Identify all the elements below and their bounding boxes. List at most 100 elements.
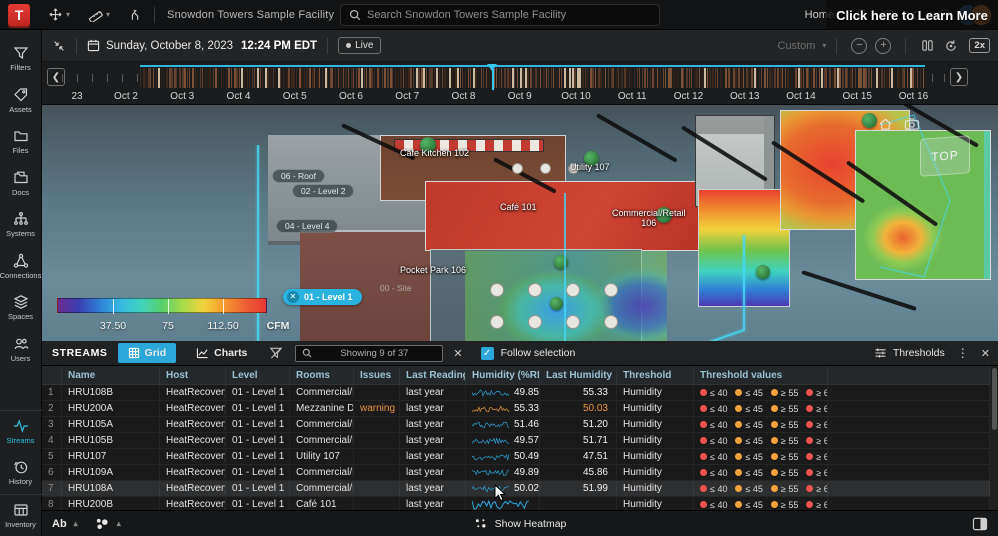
timeline-next-button[interactable]: ❯	[950, 68, 968, 86]
sidebar-item-inventory[interactable]: Inventory	[0, 495, 42, 536]
sidebar-item-spaces[interactable]: Spaces	[0, 287, 42, 329]
cell-name[interactable]: HRU108B	[62, 385, 160, 400]
cell-name[interactable]: HRU107	[62, 449, 160, 464]
timeline-density-strip[interactable]	[140, 65, 925, 89]
current-date[interactable]: Sunday, October 8, 2023	[106, 40, 233, 52]
sidebar-item-files[interactable]: Files	[0, 121, 42, 163]
cell-humidity-sparkline[interactable]: 55.33	[466, 401, 540, 416]
table-scrollbar[interactable]	[990, 366, 998, 510]
route-tool[interactable]	[128, 7, 142, 22]
follow-selection-checkbox[interactable]: ✓	[481, 347, 494, 360]
table-row[interactable]: 5HRU107HeatRecovery...01 - Level 1Utilit…	[42, 449, 990, 465]
live-badge[interactable]: Live	[338, 37, 381, 54]
room-label-cafe-kitchen[interactable]: Cafe Kitchen 102	[400, 148, 469, 158]
tab-charts[interactable]: Charts	[186, 343, 257, 363]
home-view-icon[interactable]	[878, 117, 893, 131]
cell-name[interactable]: HRU109A	[62, 465, 160, 480]
cell-humidity-sparkline[interactable]: 49.89	[466, 465, 540, 480]
panel-menu-icon[interactable]: ⋮	[957, 346, 969, 360]
room-label-utility[interactable]: Utility 107	[570, 162, 610, 172]
learn-more-tooltip[interactable]: Click here to Learn More	[826, 0, 998, 30]
room-label-commercial[interactable]: Commercial/Retail 106	[612, 208, 686, 228]
zoom-in-button[interactable]: +	[875, 38, 891, 54]
column-header[interactable]: Last Reading	[400, 366, 466, 384]
sidebar-item-history[interactable]: History	[0, 452, 42, 494]
column-header[interactable]: Threshold	[617, 366, 694, 384]
range-select[interactable]: Custom	[778, 40, 816, 52]
camera-view-icon[interactable]	[904, 117, 920, 131]
table-row[interactable]: 6HRU109AHeatRecovery...01 - Level 1Comme…	[42, 465, 990, 481]
table-row[interactable]: 4HRU105BHeatRecovery...01 - Level 1Comme…	[42, 433, 990, 449]
timeline-playhead[interactable]	[492, 64, 497, 71]
global-search[interactable]	[340, 4, 660, 26]
search-input[interactable]	[367, 9, 651, 21]
cell-name[interactable]: HRU105B	[62, 433, 160, 448]
column-header[interactable]	[42, 366, 62, 384]
selected-level-pill[interactable]: ✕ 01 - Level 1	[283, 289, 362, 305]
cell-name[interactable]: HRU105A	[62, 417, 160, 432]
table-row[interactable]: 8HRU200BHeatRecovery...01 - Level 1Café …	[42, 497, 990, 510]
sidebar-item-users[interactable]: Users	[0, 329, 42, 371]
cell-humidity-sparkline[interactable]: 49.85	[466, 385, 540, 400]
level-pill-roof[interactable]: 06 - Roof	[272, 169, 325, 183]
sidebar-item-connections[interactable]: Connections	[0, 246, 42, 288]
measure-tool[interactable]: ▾	[88, 7, 110, 22]
timeline-data-bar	[873, 68, 874, 88]
tab-grid[interactable]: Grid	[118, 343, 177, 363]
column-header[interactable]: Level	[226, 366, 290, 384]
table-row[interactable]: 3HRU105AHeatRecovery...01 - Level 1Comme…	[42, 417, 990, 433]
column-header[interactable]: Name	[62, 366, 160, 384]
cell-humidity-sparkline[interactable]: 49.57	[466, 433, 540, 448]
show-heatmap-button[interactable]: Show Heatmap	[474, 517, 567, 530]
pan-orbit-tool[interactable]: ▾	[48, 7, 70, 22]
timeline[interactable]: ❮ ❯ 23Oct 2Oct 3Oct 4Oct 5Oct 6Oct 7Oct …	[42, 62, 998, 105]
timeline-data-bar	[665, 68, 666, 88]
column-header[interactable]: Threshold values	[694, 366, 828, 384]
cell-humidity-sparkline[interactable]: 50.49	[466, 449, 540, 464]
playback-speed-button[interactable]: 2x	[969, 38, 990, 53]
table-row[interactable]: 1HRU108BHeatRecovery...01 - Level 1Comme…	[42, 385, 990, 401]
column-header[interactable]: Host	[160, 366, 226, 384]
toggle-right-panel-button[interactable]	[972, 517, 988, 531]
room-label-pocket-park[interactable]: Pocket Park 106	[400, 265, 466, 275]
panel-search[interactable]	[295, 345, 443, 362]
sidebar-item-docs[interactable]: Docs	[0, 163, 42, 205]
cell-name[interactable]: HRU200A	[62, 401, 160, 416]
split-view-icon[interactable]	[921, 39, 934, 52]
column-header[interactable]: Issues	[354, 366, 400, 384]
clear-filter-icon[interactable]	[269, 346, 283, 360]
timeline-tick-label: Oct 12	[674, 91, 703, 102]
cell-humidity-sparkline[interactable]: 51.46	[466, 417, 540, 432]
point-size-button[interactable]: ▴	[94, 517, 121, 531]
level-pill-level2[interactable]: 02 - Level 2	[292, 184, 354, 198]
refresh-rate-icon[interactable]	[944, 39, 958, 53]
level-pill-level4[interactable]: 04 - Level 4	[276, 219, 338, 233]
clear-search-icon[interactable]: ✕	[453, 347, 462, 360]
column-header[interactable]: Humidity (%RH)	[466, 366, 540, 384]
sidebar-item-systems[interactable]: Systems	[0, 204, 42, 246]
annotation-text-button[interactable]: Ab ▴	[52, 518, 78, 530]
scrollbar-thumb[interactable]	[992, 368, 997, 430]
panel-search-input[interactable]	[312, 348, 436, 359]
collapse-icon[interactable]	[52, 39, 66, 53]
zoom-out-button[interactable]: −	[851, 38, 867, 54]
table-row[interactable]: 7HRU108AHeatRecovery...01 - Level 1Comme…	[42, 481, 990, 497]
deselect-level-icon[interactable]: ✕	[287, 291, 299, 303]
cell-name[interactable]: HRU108A	[62, 481, 160, 496]
app-logo[interactable]: T	[8, 4, 30, 26]
table-row[interactable]: 2HRU200AHeatRecovery...01 - Level 1Mezza…	[42, 401, 990, 417]
close-panel-icon[interactable]: ✕	[981, 347, 990, 360]
room-label-cafe[interactable]: Café 101	[500, 202, 537, 212]
cell-name[interactable]: HRU200B	[62, 497, 160, 510]
sidebar-item-streams[interactable]: Streams	[0, 411, 42, 453]
3d-viewport[interactable]: Cafe Kitchen 102 Café 101 Utility 107 Co…	[42, 105, 998, 341]
threshold-value: ≤ 45	[735, 452, 762, 462]
column-header[interactable]: Rooms	[290, 366, 354, 384]
view-cube[interactable]: TOP	[920, 135, 970, 176]
cell-last-reading: last year	[400, 449, 466, 464]
column-header[interactable]: Last Humidity	[540, 366, 617, 384]
timeline-data-bar	[366, 68, 367, 88]
sidebar-item-assets[interactable]: Assets	[0, 80, 42, 122]
sidebar-item-filters[interactable]: Filters	[0, 38, 42, 80]
thresholds-button[interactable]: Thresholds	[874, 347, 945, 359]
